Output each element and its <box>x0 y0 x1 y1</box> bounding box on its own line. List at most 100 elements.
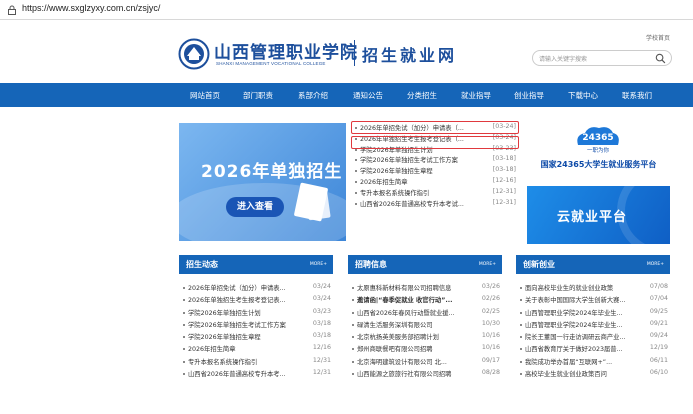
list-item-date: 09/21 <box>649 319 668 327</box>
news-title[interactable]: 2026年招生简章 <box>360 177 490 186</box>
list-item-title[interactable]: 2026年单招免试（加分）申请表... <box>188 283 306 292</box>
list-item-date: 10/16 <box>481 332 500 340</box>
nav-admission[interactable]: 分类招生 <box>407 90 437 101</box>
nav-employment[interactable]: 就业指导 <box>461 90 491 101</box>
search-box[interactable]: 请输入关键字搜索 <box>532 50 672 66</box>
news-title[interactable]: 学院2026年单独招生考试工作方案 <box>360 155 490 164</box>
list-item-title[interactable]: 学院2026年单独招生章程 <box>188 332 306 341</box>
school-home-link[interactable]: 学校首页 <box>646 33 670 42</box>
24365-platform-banner[interactable]: 24365 一职为你 国家24365大学生就业服务平台 <box>527 123 670 181</box>
site-logo[interactable]: 山西管理职业学院 SHANXI MANAGEMENT VOCATIONAL CO… <box>178 36 478 72</box>
column-list: 2026年单招免试（加分）申请表... 03/24 2026年单独招生考生报考登记表… <box>179 274 333 380</box>
more-link[interactable]: MORE+ <box>479 262 496 267</box>
list-item-title[interactable]: 邀请函|“春季促就业 收官行动”... <box>357 295 475 304</box>
list-item[interactable]: 我院成功举办首届“互联网+”... 06/11 <box>516 356 670 368</box>
school-name-en: SHANXI MANAGEMENT VOCATIONAL COLLEGE <box>216 61 326 66</box>
bullet-icon <box>520 299 522 302</box>
admission-banner[interactable]: 2026年单独招生 进入查看 <box>179 123 346 241</box>
list-item-title[interactable]: 北京海明建筑设计有限公司 北... <box>357 357 475 366</box>
list-item[interactable]: 面向高校毕业生的就业创业政策 07/08 <box>516 282 670 294</box>
browser-address-bar[interactable]: https://www.sxglzyxy.com.cn/zsjyc/ <box>0 0 693 20</box>
news-item[interactable]: 学院2026年单独招生章程 [03-18] <box>352 165 520 176</box>
list-item[interactable]: 太原惠科新材料有限公司招聘信息 03/26 <box>348 282 502 294</box>
bullet-icon <box>352 287 354 289</box>
list-item[interactable]: 山西管理职业学院2024年毕业生... 09/21 <box>516 319 670 331</box>
news-title[interactable]: 山西省2026年普通高校专升本考试... <box>360 199 490 208</box>
list-item[interactable]: 学院2026年单独招生章程 03/18 <box>179 331 333 343</box>
list-item-title[interactable]: 山西省2026年春风行动暨就业援... <box>357 308 475 317</box>
list-item-title[interactable]: 2026年招生简章 <box>188 344 306 353</box>
list-item-date: 12/19 <box>649 344 668 352</box>
nav-contact[interactable]: 联系我们 <box>622 90 652 101</box>
list-item[interactable]: 学院2026年单独招生计划 03/23 <box>179 307 333 319</box>
list-item-title[interactable]: 我院成功举办首届“互联网+”... <box>525 357 643 366</box>
news-item[interactable]: 学院2026年单独招生考试工作方案 [03-18] <box>352 154 520 165</box>
list-item-title[interactable]: 北京杭扬英美服务部招聘计划 <box>357 332 475 341</box>
list-item[interactable]: 高校毕业生就业创业政策百问 06/10 <box>516 368 670 380</box>
search-input[interactable]: 请输入关键字搜索 <box>539 54 587 63</box>
list-item-title[interactable]: 碌清生活服务深圳有限公司 <box>357 320 475 329</box>
news-title[interactable]: 学院2026年单独招生章程 <box>360 166 490 175</box>
news-list: 2026年单招免试（加分）申请表（... [03-24] 2026年单独招生考生报… <box>352 122 520 208</box>
list-item-title[interactable]: 山西省2026年普通高校专升本考... <box>188 369 306 378</box>
list-item-title[interactable]: 专升本报名系统操作指引 <box>188 357 306 366</box>
news-item[interactable]: 专升本报名系统操作指引 [12-31] <box>352 187 520 198</box>
bullet-icon <box>520 323 522 326</box>
nav-notices[interactable]: 通知公告 <box>353 90 383 101</box>
list-item-title[interactable]: 山西管理职业学院2024年毕业生... <box>525 320 643 329</box>
bullet-icon <box>183 311 185 314</box>
list-item-title[interactable]: 郑州商联餐吧有限公司招聘 <box>357 344 475 353</box>
list-item-title[interactable]: 高校毕业生就业创业政策百问 <box>525 369 643 378</box>
list-item-date: 07/08 <box>649 283 668 290</box>
site-name: 招生就业网 <box>362 46 458 65</box>
column-list: 面向高校毕业生的就业创业政策 07/08 关于表彰中国国际大学生创新大赛... 07/… <box>516 274 670 380</box>
list-item-title[interactable]: 太原惠科新材料有限公司招聘信息 <box>357 283 475 292</box>
list-item[interactable]: 山西省2026年春风行动暨就业援... 02/25 <box>348 307 502 319</box>
list-item-title[interactable]: 院长王董国一行走访调研云商产业... <box>525 332 643 341</box>
news-date: [12-31] <box>492 198 516 206</box>
lock-icon <box>8 5 16 15</box>
school-emblem-icon <box>178 38 210 70</box>
list-item[interactable]: 北京杭扬英美服务部招聘计划 10/16 <box>348 331 502 343</box>
news-item[interactable]: 2026年招生简章 [12-16] <box>352 176 520 187</box>
list-item[interactable]: 学院2026年单独招生考试工作方案 03/18 <box>179 319 333 331</box>
cloud-employment-banner[interactable]: 云就业平台 <box>527 186 670 244</box>
list-item[interactable]: 碌清生活服务深圳有限公司 10/30 <box>348 319 502 331</box>
list-item-title[interactable]: 山西管理职业学院2024年毕业生... <box>525 308 643 317</box>
list-item[interactable]: 关于表彰中国国际大学生创新大赛... 07/04 <box>516 294 670 306</box>
list-item[interactable]: 专升本报名系统操作指引 12/31 <box>179 356 333 368</box>
list-item-title[interactable]: 学院2026年单独招生计划 <box>188 308 306 317</box>
more-link[interactable]: MORE+ <box>310 262 327 267</box>
nav-entrepreneurship[interactable]: 创业指导 <box>514 90 544 101</box>
more-link[interactable]: MORE+ <box>647 262 664 267</box>
news-title[interactable]: 专升本报名系统操作指引 <box>360 188 490 197</box>
list-item[interactable]: 邀请函|“春季促就业 收官行动”... 02/26 <box>348 294 502 306</box>
nav-home[interactable]: 网站首页 <box>190 90 220 101</box>
list-item-date: 03/24 <box>312 283 331 290</box>
admission-news-column: 招生动态 MORE+ 2026年单招免试（加分）申请表... 03/24 2026年… <box>179 255 333 380</box>
list-item[interactable]: 山西省2026年普通高校专升本考... 12/31 <box>179 368 333 380</box>
list-item[interactable]: 2026年单招免试（加分）申请表... 03/24 <box>179 282 333 294</box>
list-item-title[interactable]: 山西能源之旅旅行社有限公司招聘 <box>357 369 475 378</box>
list-item-title[interactable]: 山西省教育厅关于做好2023届普... <box>525 344 643 353</box>
nav-duties[interactable]: 部门职责 <box>243 90 273 101</box>
nav-departments[interactable]: 系部介绍 <box>298 90 328 101</box>
list-item[interactable]: 2026年单独招生考生报考登记表... 03/24 <box>179 294 333 306</box>
list-item[interactable]: 山西省教育厅关于做好2023届普... 12/19 <box>516 343 670 355</box>
list-item[interactable]: 山西管理职业学院2024年毕业生... 09/25 <box>516 307 670 319</box>
list-item[interactable]: 2026年招生简章 12/16 <box>179 343 333 355</box>
cloud-employment-title: 云就业平台 <box>557 210 628 225</box>
list-item-title[interactable]: 面向高校毕业生的就业创业政策 <box>525 283 643 292</box>
search-icon[interactable] <box>655 53 666 64</box>
nav-downloads[interactable]: 下载中心 <box>568 90 598 101</box>
banner-view-button[interactable]: 进入查看 <box>226 197 284 217</box>
list-item[interactable]: 郑州商联餐吧有限公司招聘 10/16 <box>348 343 502 355</box>
list-item-title[interactable]: 学院2026年单独招生考试工作方案 <box>188 320 306 329</box>
list-item[interactable]: 院长王董国一行走访调研云商产业... 09/24 <box>516 331 670 343</box>
news-item[interactable]: 山西省2026年普通高校专升本考试... [12-31] <box>352 198 520 209</box>
list-item[interactable]: 山西能源之旅旅行社有限公司招聘 08/28 <box>348 368 502 380</box>
list-item-title[interactable]: 2026年单独招生考生报考登记表... <box>188 295 306 304</box>
list-item[interactable]: 北京海明建筑设计有限公司 北... 09/17 <box>348 356 502 368</box>
bullet-icon <box>352 373 354 376</box>
list-item-title[interactable]: 关于表彰中国国际大学生创新大赛... <box>525 295 643 304</box>
